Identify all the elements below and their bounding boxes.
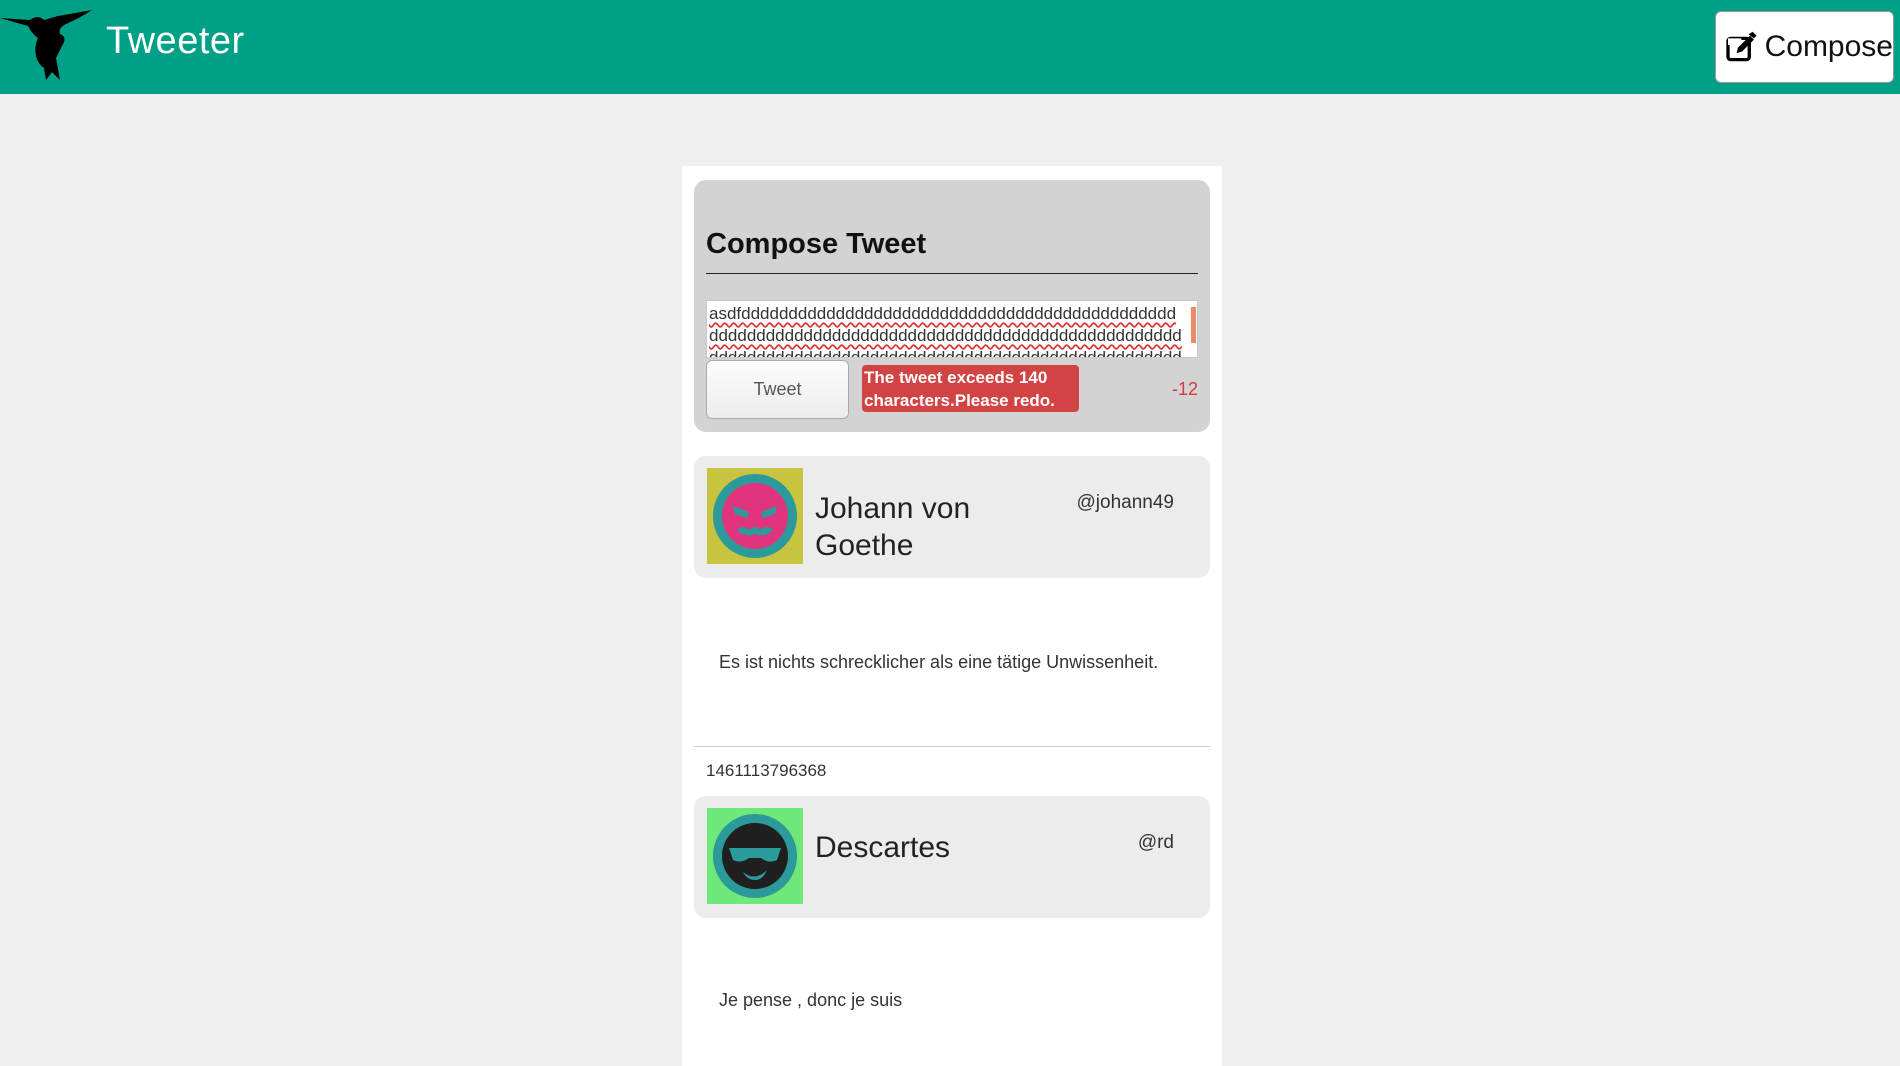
- brand-title[interactable]: Tweeter: [106, 20, 245, 63]
- avatar: [707, 468, 803, 564]
- textarea-scrollbar[interactable]: [1191, 307, 1196, 343]
- main-column: Compose Tweet asdfdddddddddddddddddddddd…: [682, 166, 1222, 1066]
- author-handle: @johann49: [1076, 492, 1174, 513]
- tweet-timestamp: 1461113796368: [694, 746, 1210, 794]
- compose-title: Compose Tweet: [706, 228, 927, 260]
- pink-devil-face-icon: [707, 468, 803, 564]
- compose-button[interactable]: Compose: [1715, 11, 1894, 83]
- avatar: [707, 808, 803, 904]
- character-counter: -12: [1171, 379, 1198, 399]
- author-name: Johann von Goethe: [815, 492, 971, 562]
- tweet-header: Descartes @rd: [694, 796, 1210, 918]
- tweet-textarea[interactable]: asdfdddddddddddddddddddddddddddddddddddd…: [706, 300, 1198, 358]
- tweet-card: Descartes @rd Je pense , donc je suis: [694, 796, 1210, 1066]
- tweet-card: Johann von Goethe @johann49 Es ist nicht…: [694, 456, 1210, 794]
- compose-tweet-panel: Compose Tweet asdfdddddddddddddddddddddd…: [694, 180, 1210, 432]
- compose-button-label: Compose: [1764, 30, 1893, 63]
- error-message: The tweet exceeds 140 characters.Please …: [862, 365, 1079, 412]
- sunglasses-face-icon: [707, 808, 803, 904]
- tweet-text: Je pense , donc je suis: [719, 990, 903, 1010]
- author-name: Descartes: [815, 831, 951, 864]
- hummingbird-logo-icon: [0, 10, 94, 80]
- edit-icon: [1726, 31, 1757, 62]
- author-handle: @rd: [1137, 832, 1174, 853]
- divider: [706, 273, 1198, 274]
- tweet-text: Es ist nichts schrecklicher als eine tät…: [719, 652, 1159, 672]
- tweet-header: Johann von Goethe @johann49: [694, 456, 1210, 578]
- top-navbar: Tweeter Compose: [0, 0, 1900, 94]
- tweet-button[interactable]: Tweet: [706, 360, 849, 419]
